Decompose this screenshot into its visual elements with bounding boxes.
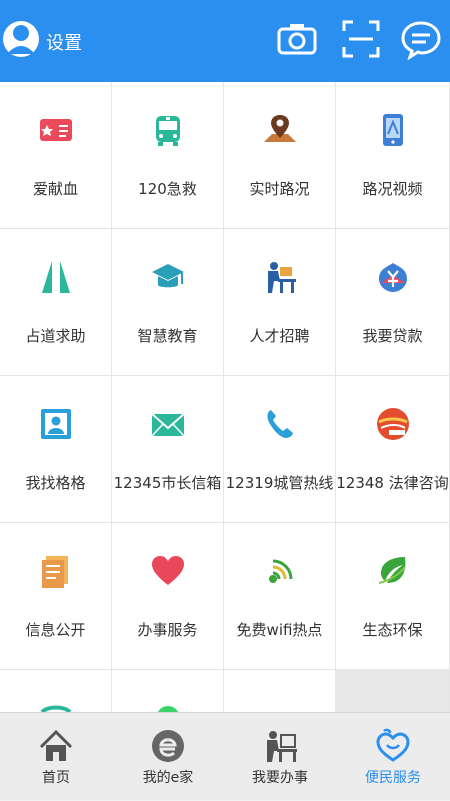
service-info-public[interactable]: 信息公开 xyxy=(0,523,112,670)
contact-icon xyxy=(40,409,71,439)
service-partial-3[interactable] xyxy=(224,670,336,712)
service-find-grid[interactable]: 我找格格 xyxy=(0,376,112,523)
service-city-hotline[interactable]: 12319城管热线 xyxy=(224,376,336,523)
home-icon xyxy=(39,729,73,761)
top-bar: 设置 xyxy=(0,0,450,82)
bottom-tab-bar: 首页 我的e家 我要办事 便民服务 xyxy=(0,712,450,800)
map-pin-icon xyxy=(263,115,296,142)
service-label: 人才招聘 xyxy=(249,327,310,345)
service-mayor-mailbox[interactable]: 12345市长信箱 xyxy=(112,376,224,523)
service-label: 我要贷款 xyxy=(362,327,423,345)
partial-icon xyxy=(262,692,298,712)
graduation-cap-icon xyxy=(151,264,184,288)
tab-do-business[interactable]: 我要办事 xyxy=(224,713,336,801)
service-label: 生态环保 xyxy=(362,621,423,639)
service-recruit[interactable]: 人才招聘 xyxy=(224,229,336,376)
message-icon[interactable] xyxy=(400,18,442,60)
service-label: 路况视频 xyxy=(362,180,423,198)
wifi-icon xyxy=(268,559,292,583)
service-label: 智慧教育 xyxy=(137,327,198,345)
service-eco[interactable]: 生态环保 xyxy=(336,523,450,670)
tab-home[interactable]: 首页 xyxy=(0,713,112,801)
service-blood-donation[interactable]: 爱献血 xyxy=(0,82,112,229)
tab-label: 我的e家 xyxy=(142,770,194,786)
tab-label: 首页 xyxy=(42,770,70,786)
service-label: 办事服务 xyxy=(137,621,198,639)
loan-icon xyxy=(378,263,407,292)
service-label: 12348 法律咨询 xyxy=(336,474,449,492)
service-label: 免费wifi热点 xyxy=(236,621,323,639)
service-loan[interactable]: 我要贷款 xyxy=(336,229,450,376)
service-label: 120急救 xyxy=(138,180,197,198)
tab-label: 我要办事 xyxy=(252,770,308,786)
service-education[interactable]: 智慧教育 xyxy=(112,229,224,376)
eco-leaf-icon xyxy=(378,557,406,584)
document-icon xyxy=(41,556,68,588)
service-label: 占道求助 xyxy=(25,327,86,345)
scan-icon[interactable] xyxy=(340,18,382,60)
service-traffic-video[interactable]: 路况视频 xyxy=(336,82,450,229)
e-home-icon xyxy=(152,730,184,762)
service-label: 我找格格 xyxy=(25,474,86,492)
heart-icon xyxy=(151,556,184,585)
avatar-icon[interactable] xyxy=(2,18,40,60)
service-label: 爱献血 xyxy=(32,180,78,198)
service-label: 信息公开 xyxy=(25,621,86,639)
empty-cell xyxy=(336,670,450,712)
tab-convenience-service[interactable]: 便民服务 xyxy=(336,713,450,801)
service-partial-1[interactable] xyxy=(0,670,112,712)
office-icon xyxy=(267,731,297,762)
service-partial-2[interactable] xyxy=(112,670,224,712)
road-icon xyxy=(41,261,70,293)
service-grid: 爱献血 120急救 实时路况 路况视频 占道求助 智慧教育 人才招聘 我要贷款 … xyxy=(0,82,450,712)
service-ambulance[interactable]: 120急救 xyxy=(112,82,224,229)
traffic-video-icon xyxy=(382,114,403,146)
service-traffic[interactable]: 实时路况 xyxy=(224,82,336,229)
service-icon xyxy=(376,728,410,762)
phone-icon xyxy=(266,410,293,438)
ambulance-icon xyxy=(155,116,180,146)
recruit-icon xyxy=(267,262,296,293)
blood-donation-icon xyxy=(39,119,72,141)
service-free-wifi[interactable]: 免费wifi热点 xyxy=(224,523,336,670)
legal-icon xyxy=(376,408,409,440)
service-label: 12319城管热线 xyxy=(225,474,334,492)
service-label: 实时路况 xyxy=(249,180,310,198)
partial-icon xyxy=(40,705,71,712)
partial-icon xyxy=(157,706,178,712)
tab-label: 便民服务 xyxy=(365,770,421,786)
camera-icon[interactable] xyxy=(276,18,318,60)
mail-icon xyxy=(150,413,185,437)
service-label: 12345市长信箱 xyxy=(113,474,222,492)
service-legal[interactable]: 12348 法律咨询 xyxy=(336,376,450,523)
service-office[interactable]: 办事服务 xyxy=(112,523,224,670)
service-road-help[interactable]: 占道求助 xyxy=(0,229,112,376)
tab-my-ehome[interactable]: 我的e家 xyxy=(112,713,224,801)
settings-link[interactable]: 设置 xyxy=(46,29,82,55)
